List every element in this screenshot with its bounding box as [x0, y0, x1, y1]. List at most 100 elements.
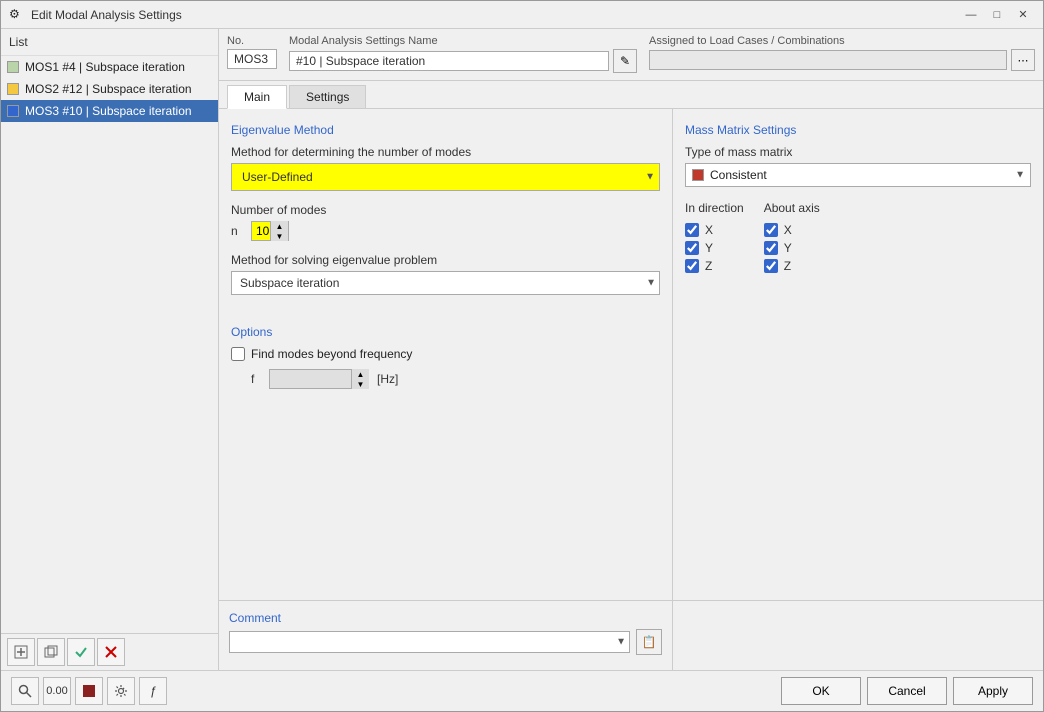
about-z-checkbox[interactable] [764, 259, 778, 273]
method-label: Method for determining the number of mod… [231, 145, 660, 159]
method-dropdown-wrapper: User-Defined Automatic ▼ [231, 163, 660, 191]
num-modes-group: Number of modes n ▲ ▼ [231, 203, 660, 241]
assigned-input[interactable] [649, 50, 1007, 70]
cancel-button[interactable]: Cancel [867, 677, 947, 705]
n-input-wrapper: ▲ ▼ [251, 221, 289, 241]
f-label: f [251, 372, 261, 386]
mass-type-select[interactable]: Consistent [685, 163, 1031, 187]
dialog-buttons: OK Cancel Apply [781, 677, 1033, 705]
options-title: Options [231, 325, 660, 339]
comment-title: Comment [229, 611, 662, 625]
duplicate-button[interactable] [37, 638, 65, 666]
list-item-mos3[interactable]: MOS3 #10 | Subspace iteration [1, 100, 218, 122]
mos1-color [7, 61, 19, 73]
type-label: Type of mass matrix [685, 145, 1031, 159]
accept-button[interactable] [67, 638, 95, 666]
options-container: Options Find modes beyond frequency f [231, 325, 660, 389]
mass-type-color-dot [692, 169, 704, 181]
name-section: Modal Analysis Settings Name ✎ [289, 35, 637, 74]
minimize-button[interactable]: — [959, 5, 983, 25]
main-window: ⚙ Edit Modal Analysis Settings — □ ✕ Lis… [0, 0, 1044, 712]
find-modes-checkbox[interactable] [231, 347, 245, 361]
comment-area: Comment ▼ 📋 [219, 601, 673, 670]
window-controls: — □ ✕ [959, 5, 1035, 25]
delete-button[interactable] [97, 638, 125, 666]
mos1-label: MOS1 #4 | Subspace iteration [25, 60, 185, 74]
find-modes-row: Find modes beyond frequency [231, 347, 660, 361]
eigenvalue-section-title: Eigenvalue Method [231, 123, 660, 137]
assigned-label: Assigned to Load Cases / Combinations [649, 35, 1035, 47]
n-label: n [231, 224, 245, 238]
add-button[interactable] [7, 638, 35, 666]
function-tool-button[interactable]: ƒ [139, 677, 167, 705]
in-direction-title: In direction [685, 201, 744, 215]
bottom-sections: Comment ▼ 📋 [219, 600, 1043, 670]
tab-settings[interactable]: Settings [289, 85, 366, 108]
decimal-tool-button[interactable]: 0.00 [43, 677, 71, 705]
no-label: No. [227, 35, 277, 47]
assigned-field: ⋯ [649, 49, 1035, 71]
in-y-row: Y [685, 241, 744, 255]
comment-edit-button[interactable]: 📋 [636, 629, 662, 655]
in-x-row: X [685, 223, 744, 237]
num-modes-label: Number of modes [231, 203, 660, 217]
left-content: Eigenvalue Method Method for determining… [219, 109, 673, 600]
color-square [83, 685, 95, 697]
in-z-checkbox[interactable] [685, 259, 699, 273]
function-label: ƒ [150, 684, 157, 698]
mass-type-dropdown-wrapper: Consistent ▼ [685, 163, 1031, 187]
solve-label: Method for solving eigenvalue problem [231, 253, 660, 267]
mos3-label: MOS3 #10 | Subspace iteration [25, 104, 192, 118]
left-panel-toolbar [1, 633, 218, 670]
close-button[interactable]: ✕ [1011, 5, 1035, 25]
in-y-label: Y [705, 241, 713, 255]
bottom-tools: 0.00 ƒ [11, 677, 781, 705]
in-y-checkbox[interactable] [685, 241, 699, 255]
name-edit-button[interactable]: ✎ [613, 49, 637, 73]
window-title: Edit Modal Analysis Settings [31, 8, 959, 22]
maximize-button[interactable]: □ [985, 5, 1009, 25]
comment-input-wrapper: ▼ [229, 631, 630, 653]
n-increment-button[interactable]: ▲ [270, 221, 288, 231]
tab-main[interactable]: Main [227, 85, 287, 109]
comment-dropdown-arrow: ▼ [616, 637, 626, 648]
left-panel: List MOS1 #4 | Subspace iteration MOS2 #… [1, 29, 219, 670]
about-x-row: X [764, 223, 820, 237]
mass-section: Type of mass matrix Consistent ▼ [685, 145, 1031, 273]
content-panels: Eigenvalue Method Method for determining… [219, 109, 1043, 670]
method-dropdown[interactable]: User-Defined Automatic [234, 166, 657, 188]
settings-tool-button[interactable] [107, 677, 135, 705]
main-panels: Eigenvalue Method Method for determining… [219, 109, 1043, 600]
right-area: No. Modal Analysis Settings Name ✎ Assig… [219, 29, 1043, 670]
about-z-label: Z [784, 259, 791, 273]
mass-type-value: Consistent [710, 168, 767, 182]
comment-input[interactable] [229, 631, 630, 653]
freq-input-wrapper: ▲ ▼ [269, 369, 369, 389]
tab-bar: Main Settings [219, 81, 1043, 109]
solve-dropdown-wrapper: Subspace iteration Lanczos ICG ▼ [231, 271, 660, 295]
about-y-checkbox[interactable] [764, 241, 778, 255]
apply-button[interactable]: Apply [953, 677, 1033, 705]
freq-increment-button[interactable]: ▲ [351, 369, 369, 379]
list-item-mos1[interactable]: MOS1 #4 | Subspace iteration [1, 56, 218, 78]
list-item-mos2[interactable]: MOS2 #12 | Subspace iteration [1, 78, 218, 100]
n-decrement-button[interactable]: ▼ [270, 231, 288, 241]
in-z-row: Z [685, 259, 744, 273]
freq-spin: ▲ ▼ [351, 369, 369, 389]
solve-dropdown[interactable]: Subspace iteration Lanczos ICG [231, 271, 660, 295]
title-bar: ⚙ Edit Modal Analysis Settings — □ ✕ [1, 1, 1043, 29]
in-x-checkbox[interactable] [685, 223, 699, 237]
bottom-right-empty [673, 601, 1043, 670]
ok-button[interactable]: OK [781, 677, 861, 705]
freq-decrement-button[interactable]: ▼ [351, 379, 369, 389]
name-input[interactable] [289, 51, 609, 71]
in-x-label: X [705, 223, 713, 237]
main-content: List MOS1 #4 | Subspace iteration MOS2 #… [1, 29, 1043, 670]
color-tool-button[interactable] [75, 677, 103, 705]
about-x-checkbox[interactable] [764, 223, 778, 237]
no-input[interactable] [227, 49, 277, 69]
assigned-edit-button[interactable]: ⋯ [1011, 49, 1035, 71]
right-content: Mass Matrix Settings Type of mass matrix… [673, 109, 1043, 600]
find-modes-label: Find modes beyond frequency [251, 347, 412, 361]
search-tool-button[interactable] [11, 677, 39, 705]
